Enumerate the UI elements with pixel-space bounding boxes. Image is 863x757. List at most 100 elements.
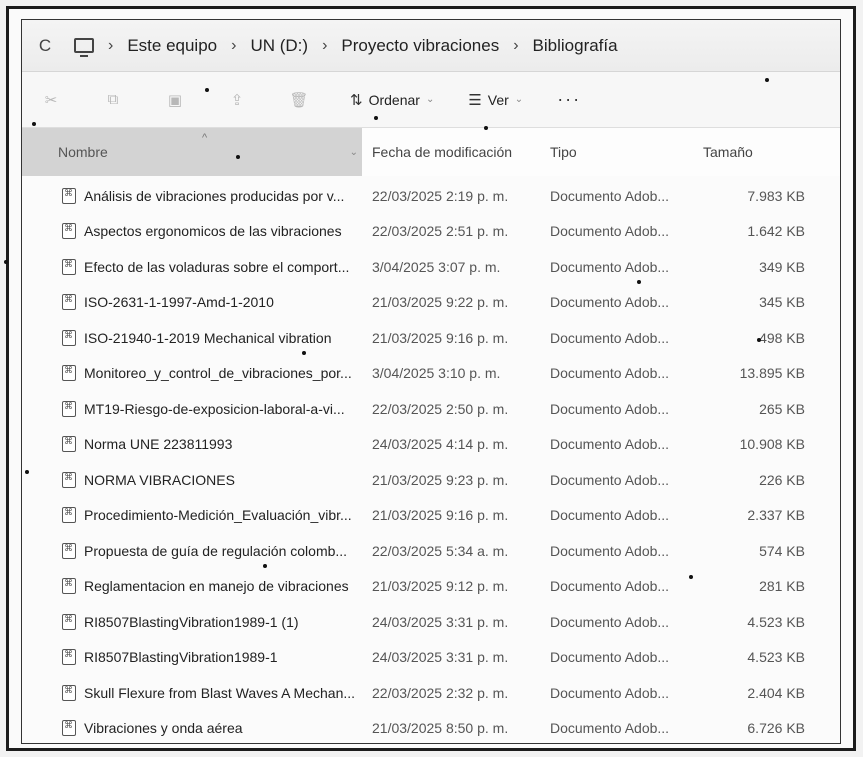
file-date: 21/03/2025 9:23 p. m. <box>372 471 509 488</box>
file-explorer-window: C › Este equipo › UN (D:) › Proyecto vib… <box>21 19 841 744</box>
file-row[interactable]: RI8507BlastingVibration1989-1 (1) 24/03/2… <box>22 604 840 640</box>
column-header-date[interactable]: Fecha de modificación <box>362 144 540 160</box>
file-name: Vibraciones y onda aérea <box>84 720 243 737</box>
paste-icon[interactable]: ▣ <box>164 90 186 110</box>
column-header-size[interactable]: Tamaño <box>685 144 815 160</box>
copy-icon[interactable]: ⧉ <box>102 90 124 110</box>
scan-speck <box>484 126 488 130</box>
file-row[interactable]: ISO-2631-1-1997-Amd-1-2010 21/03/2025 9:2… <box>22 285 840 321</box>
file-type: Documento Adob... <box>550 542 670 559</box>
file-date: 22/03/2025 2:51 p. m. <box>372 223 509 240</box>
screenshot-frame: C › Este equipo › UN (D:) › Proyecto vib… <box>6 6 856 751</box>
file-type: Documento Adob... <box>550 507 670 524</box>
file-name-cell[interactable]: Monitoreo_y_control_de_vibraciones_por..… <box>22 365 372 382</box>
file-type: Documento Adob... <box>550 400 670 417</box>
column-header-name[interactable]: Nombre ^ ⌄ <box>22 128 362 176</box>
file-row[interactable]: MT19-Riesgo-de-exposicion-laboral-a-vi..… <box>22 391 840 427</box>
file-name: Procedimiento-Medición_Evaluación_vibr..… <box>84 507 352 524</box>
file-date: 22/03/2025 2:50 p. m. <box>372 400 509 417</box>
file-size: 2.404 KB <box>747 684 805 701</box>
sort-label: Ordenar <box>368 91 420 108</box>
pdf-file-icon <box>62 649 76 666</box>
file-row[interactable]: RI8507BlastingVibration1989-1 24/03/2025 … <box>22 640 840 676</box>
file-row[interactable]: ISO-21940-1-2019 Mechanical vibration 21/… <box>22 320 840 356</box>
address-bar[interactable]: C › Este equipo › UN (D:) › Proyecto vib… <box>22 20 840 72</box>
file-name-cell[interactable]: Efecto de las voladuras sobre el comport… <box>22 258 372 275</box>
file-name-cell[interactable]: Propuesta de guía de regulación colomb..… <box>22 542 372 559</box>
file-size: 7.983 KB <box>747 187 805 204</box>
file-row[interactable]: Efecto de las voladuras sobre el comport… <box>22 249 840 285</box>
file-name: Norma UNE 223811993 <box>84 436 233 453</box>
share-icon[interactable]: ⇪ <box>226 90 248 110</box>
file-row[interactable]: Procedimiento-Medición_Evaluación_vibr..… <box>22 498 840 534</box>
view-label: Ver <box>487 91 509 108</box>
breadcrumb-proyecto[interactable]: Proyecto vibraciones <box>341 36 499 56</box>
file-size: 10.908 KB <box>739 436 805 453</box>
file-name-cell[interactable]: Aspectos ergonomicos de las vibraciones <box>22 223 372 240</box>
file-date: 22/03/2025 5:34 a. m. <box>372 542 509 559</box>
delete-icon[interactable]: 🗑 <box>288 90 310 110</box>
breadcrumb-este-equipo[interactable]: Este equipo <box>127 36 217 56</box>
scan-speck <box>765 78 769 82</box>
file-name-cell[interactable]: NORMA VIBRACIONES <box>22 471 372 488</box>
file-row[interactable]: Skull Flexure from Blast Waves A Mechan.… <box>22 675 840 711</box>
file-name-cell[interactable]: ISO-21940-1-2019 Mechanical vibration <box>22 329 372 346</box>
file-size: 498 KB <box>759 329 805 346</box>
file-name: Propuesta de guía de regulación colomb..… <box>84 542 348 559</box>
file-name: ISO-2631-1-1997-Amd-1-2010 <box>84 294 274 311</box>
file-row[interactable]: Propuesta de guía de regulación colomb..… <box>22 533 840 569</box>
file-name-cell[interactable]: Norma UNE 223811993 <box>22 436 372 453</box>
file-row[interactable]: Monitoreo_y_control_de_vibraciones_por..… <box>22 356 840 392</box>
column-header-name-label: Nombre <box>58 144 108 160</box>
pdf-file-icon <box>62 542 76 559</box>
pdf-file-icon <box>62 436 76 453</box>
file-name-cell[interactable]: Vibraciones y onda aérea <box>22 720 372 737</box>
file-name-cell[interactable]: MT19-Riesgo-de-exposicion-laboral-a-vi..… <box>22 400 372 417</box>
file-date: 24/03/2025 3:31 p. m. <box>372 613 509 630</box>
file-name-cell[interactable]: RI8507BlastingVibration1989-1 <box>22 649 372 666</box>
file-row[interactable]: Reglamentacion en manejo de vibraciones 2… <box>22 569 840 605</box>
file-row[interactable]: Análisis de vibraciones producidas por v… <box>22 178 840 214</box>
chevron-right-icon: › <box>513 36 519 54</box>
file-name: RI8507BlastingVibration1989-1 (1) <box>84 613 299 630</box>
file-name-cell[interactable]: Procedimiento-Medición_Evaluación_vibr..… <box>22 507 372 524</box>
more-options-button[interactable]: ··· <box>557 89 581 110</box>
view-button[interactable]: ☰ Ver ⌄ <box>468 91 523 109</box>
file-row[interactable]: Vibraciones y onda aérea 21/03/2025 8:50 … <box>22 711 840 744</box>
scan-speck <box>302 351 306 355</box>
chevron-down-icon: ⌄ <box>425 94 435 105</box>
file-type: Documento Adob... <box>550 720 670 737</box>
scan-speck <box>4 260 8 264</box>
column-header-type[interactable]: Tipo <box>540 144 685 160</box>
pdf-file-icon <box>62 684 76 701</box>
pdf-file-icon <box>62 258 76 275</box>
file-row[interactable]: Norma UNE 223811993 24/03/2025 4:14 p. m.… <box>22 427 840 463</box>
file-type: Documento Adob... <box>550 223 670 240</box>
sort-button[interactable]: ⇅ Ordenar ⌄ <box>350 91 434 109</box>
pdf-file-icon <box>62 400 76 417</box>
scan-speck <box>637 280 641 284</box>
file-type: Documento Adob... <box>550 294 670 311</box>
breadcrumb-bibliografia[interactable]: Bibliografía <box>533 36 618 56</box>
file-type: Documento Adob... <box>550 329 670 346</box>
file-name-cell[interactable]: ISO-2631-1-1997-Amd-1-2010 <box>22 294 372 311</box>
scan-speck <box>205 88 209 92</box>
file-name: Reglamentacion en manejo de vibraciones <box>84 578 349 595</box>
file-size: 265 KB <box>759 400 805 417</box>
file-size: 574 KB <box>759 542 805 559</box>
breadcrumb-drive[interactable]: UN (D:) <box>250 36 308 56</box>
view-list-icon: ☰ <box>468 91 482 109</box>
refresh-icon[interactable]: C <box>34 36 56 56</box>
cut-icon[interactable]: ✂ <box>40 90 62 110</box>
chevron-down-icon[interactable]: ⌄ <box>350 147 358 158</box>
file-type: Documento Adob... <box>550 436 670 453</box>
chevron-right-icon: › <box>108 36 114 54</box>
file-name-cell[interactable]: Skull Flexure from Blast Waves A Mechan.… <box>22 684 372 701</box>
file-row[interactable]: Aspectos ergonomicos de las vibraciones 2… <box>22 214 840 250</box>
file-row[interactable]: NORMA VIBRACIONES 21/03/2025 9:23 p. m. Do… <box>22 462 840 498</box>
pdf-file-icon <box>62 329 76 346</box>
file-name-cell[interactable]: RI8507BlastingVibration1989-1 (1) <box>22 613 372 630</box>
file-name-cell[interactable]: Reglamentacion en manejo de vibraciones <box>22 578 372 595</box>
command-bar: ✂ ⧉ ▣ ⇪ 🗑 ⇅ Ordenar ⌄ ☰ Ver ⌄ ··· <box>22 72 840 128</box>
file-name-cell[interactable]: Análisis de vibraciones producidas por v… <box>22 187 372 204</box>
